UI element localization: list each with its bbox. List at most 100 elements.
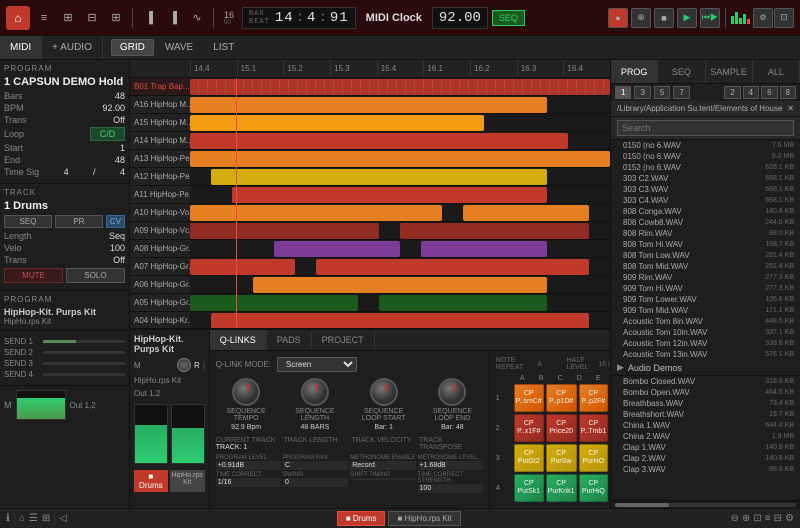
audio-button[interactable]: + AUDIO bbox=[42, 36, 103, 59]
list-icon[interactable]: ☰ bbox=[29, 513, 38, 524]
midi-button[interactable]: MIDI bbox=[0, 36, 42, 59]
qlink-knob-1-control[interactable] bbox=[232, 378, 260, 406]
seq-length-btn[interactable]: SEQ bbox=[4, 215, 52, 228]
pad-4a[interactable]: CP PutSk1 bbox=[514, 474, 544, 502]
pad-1a[interactable]: CP P..smC# bbox=[514, 384, 544, 412]
grid-view-icon[interactable]: ⊟ bbox=[774, 513, 782, 524]
pad-1b[interactable]: CP P..p1D# bbox=[546, 384, 577, 412]
settings-button[interactable]: ⚙ bbox=[753, 8, 773, 28]
zoom-in-icon[interactable]: ⊕ bbox=[742, 513, 750, 524]
rp-tab-prog[interactable]: PROG bbox=[611, 60, 658, 83]
file-item-7[interactable]: 808 Conga.WAV 140.8 KB bbox=[611, 206, 800, 217]
file-item-14[interactable]: 909 Tom Hi.WAV 277.3 KB bbox=[611, 283, 800, 294]
seq-button[interactable]: SEQ bbox=[492, 10, 525, 26]
play-button[interactable]: ▶ bbox=[677, 8, 697, 28]
file-item-4[interactable]: 303 C2.WAV 668.1 KB bbox=[611, 173, 800, 184]
loop-value[interactable]: C/D bbox=[90, 127, 125, 141]
rp-num-4[interactable]: 4 bbox=[743, 86, 759, 99]
file-item-9[interactable]: 808 Rim.WAV 88.0 KB bbox=[611, 228, 800, 239]
file-item-12[interactable]: 808 Tom Mid.WAV 281.4 KB bbox=[611, 261, 800, 272]
file-item-18[interactable]: Acoustic Tom 10in.WAV 337.1 KB bbox=[611, 327, 800, 338]
search-input[interactable] bbox=[617, 120, 794, 136]
back-icon[interactable]: ◁ bbox=[59, 513, 67, 524]
master-knob[interactable] bbox=[177, 358, 191, 372]
rp-num-6[interactable]: 6 bbox=[761, 86, 777, 99]
drums-bottom-tab[interactable]: ■ Drums bbox=[337, 511, 386, 526]
send4-fader[interactable] bbox=[43, 373, 125, 376]
wave-view-btn[interactable]: WAVE bbox=[156, 39, 202, 56]
project-tab[interactable]: PROJECT bbox=[312, 330, 375, 350]
solo-button[interactable]: SOLO bbox=[66, 268, 125, 283]
file-item-21[interactable]: Bombo Closed.WAV 318.8 KB bbox=[611, 376, 800, 387]
file-item-29[interactable]: Clap 3.WAV 88.8 KB bbox=[611, 464, 800, 475]
file-item-27[interactable]: Clap 1.WAV 140.8 KB bbox=[611, 442, 800, 453]
pad-2a[interactable]: CP P..x1F# bbox=[514, 414, 544, 442]
time-display[interactable]: BAR BEAT 14 : 4 : 91 bbox=[242, 7, 356, 29]
qlink-knob-2-control[interactable] bbox=[301, 378, 329, 406]
grid-view-btn[interactable]: GRID bbox=[111, 39, 154, 56]
send3-fader[interactable] bbox=[43, 362, 125, 365]
file-item-1[interactable]: 0150 (no 6.WAV 7.6 MB bbox=[611, 140, 800, 151]
main-fader[interactable] bbox=[16, 390, 66, 420]
folder-icon[interactable]: ⊞ bbox=[58, 8, 78, 28]
menu-icon[interactable]: ⊞ bbox=[106, 8, 126, 28]
pad-3b[interactable]: CP PurSw bbox=[546, 444, 577, 472]
list-view-icon[interactable]: ≡ bbox=[765, 513, 771, 524]
qlink-knob-4-control[interactable] bbox=[438, 378, 466, 406]
file-item-22[interactable]: Bombo Open.WAV 464.5 KB bbox=[611, 387, 800, 398]
file-item-5[interactable]: 303 C3.WAV 668.1 KB bbox=[611, 184, 800, 195]
list-view-btn[interactable]: LIST bbox=[204, 39, 243, 56]
rp-num-5[interactable]: 5 bbox=[654, 86, 670, 99]
rp-tab-all[interactable]: ALL bbox=[753, 60, 800, 83]
file-item-13[interactable]: 909 Rim.WAV 277.3 KB bbox=[611, 272, 800, 283]
pads-tab[interactable]: PADS bbox=[267, 330, 312, 350]
rp-num-8[interactable]: 8 bbox=[780, 86, 796, 99]
home-icon[interactable]: ⌂ bbox=[19, 513, 25, 524]
file-item-10[interactable]: 808 Tom Hi.WAV 168.7 KB bbox=[611, 239, 800, 250]
wave-icon[interactable]: ∿ bbox=[187, 8, 207, 28]
pad-1c[interactable]: CP P..p2F# bbox=[579, 384, 609, 412]
file-item-3[interactable]: 0152 (no 6.WAV 628.1 KB bbox=[611, 162, 800, 173]
rp-num-7[interactable]: 7 bbox=[673, 86, 689, 99]
cv-btn[interactable]: CV bbox=[106, 215, 125, 228]
file-item-15[interactable]: 909 Tom Lower.WAV 105.6 KB bbox=[611, 294, 800, 305]
rp-tab-sample[interactable]: SAMPLE bbox=[706, 60, 753, 83]
file-item-23[interactable]: Breathbass.WAV 73.4 KB bbox=[611, 398, 800, 409]
bpm-display[interactable]: 92.00 bbox=[432, 7, 488, 29]
prog-btn[interactable]: PR bbox=[55, 215, 103, 228]
save-icon[interactable]: ≡ bbox=[34, 8, 54, 28]
pad-3c[interactable]: CP PurHO bbox=[579, 444, 609, 472]
pad-2b[interactable]: CP Price20 bbox=[546, 414, 577, 442]
rp-path-icon[interactable]: ✕ bbox=[787, 104, 794, 113]
send1-fader[interactable] bbox=[43, 340, 125, 343]
pad-4b[interactable]: CP PurKnk1 bbox=[546, 474, 577, 502]
fullscreen-icon[interactable]: ⊡ bbox=[753, 513, 761, 524]
info-icon[interactable]: ℹ bbox=[6, 513, 10, 524]
grid-status-icon[interactable]: ⊞ bbox=[42, 513, 50, 524]
folder-audio-demos[interactable]: ▶ Audio Demos bbox=[611, 360, 800, 376]
pad-4c[interactable]: CP PurHiQ bbox=[579, 474, 609, 502]
file-item-19[interactable]: Acoustic Tom 12in.WAV 338.6 KB bbox=[611, 338, 800, 349]
stop-button[interactable]: ■ bbox=[654, 8, 674, 28]
file-item-2[interactable]: 0150 (no 6.WAV 9.2 MB bbox=[611, 151, 800, 162]
file-item-25[interactable]: China 1.WAV 684.4 KB bbox=[611, 420, 800, 431]
rp-num-1[interactable]: 1 bbox=[615, 86, 631, 99]
track-grid[interactable] bbox=[190, 78, 610, 328]
rp-file-list[interactable]: 0150 (no 6.WAV 7.6 MB 0150 (no 6.WAV 9.2… bbox=[611, 140, 800, 500]
file-item-20[interactable]: Acoustic Tom 13in.WAV 576.1 KB bbox=[611, 349, 800, 360]
file-item-11[interactable]: 808 Tom Low.WAV 281.4 KB bbox=[611, 250, 800, 261]
hiphop-bottom-tab[interactable]: ■ HipHo.rps Kit bbox=[388, 511, 460, 526]
record-button[interactable]: ● bbox=[608, 8, 628, 28]
pad-2c[interactable]: CP P..Tmb1 bbox=[579, 414, 609, 442]
mute-button[interactable]: MUTE bbox=[4, 268, 63, 283]
overdub-button[interactable]: ⊕ bbox=[631, 8, 651, 28]
settings-status-icon[interactable]: ⚙ bbox=[785, 513, 794, 524]
pad-3a[interactable]: CP PutGt2 bbox=[514, 444, 544, 472]
file-item-16[interactable]: 909 Tom Mid.WAV 171.1 KB bbox=[611, 305, 800, 316]
file-item-8[interactable]: 808 Cowb8.WAV 244.0 KB bbox=[611, 217, 800, 228]
level-fader[interactable] bbox=[203, 361, 205, 369]
file-item-6[interactable]: 303 C4.WAV 668.1 KB bbox=[611, 195, 800, 206]
file-item-24[interactable]: Breathshort.WAV 16.7 KB bbox=[611, 409, 800, 420]
qlinks-tab[interactable]: Q-LINKS bbox=[210, 330, 267, 350]
send2-fader[interactable] bbox=[43, 351, 125, 354]
